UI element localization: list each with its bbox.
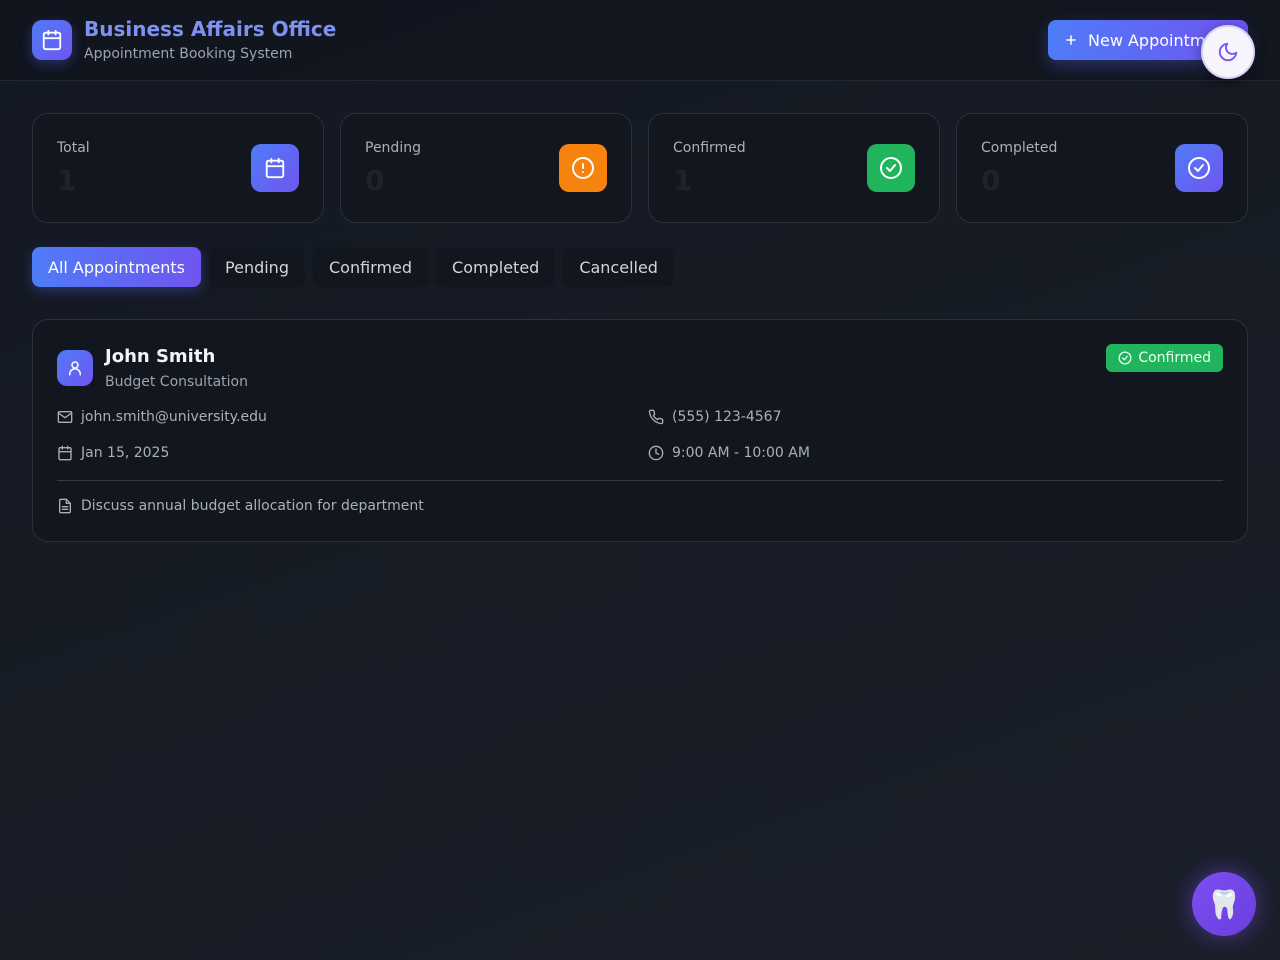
status-label: Confirmed (1138, 350, 1211, 366)
tab-pending[interactable]: Pending (209, 247, 305, 287)
moon-icon (1217, 41, 1239, 63)
stat-value: 1 (673, 164, 693, 197)
app-header: Business Affairs Office Appointment Book… (0, 0, 1280, 81)
notes-info: Discuss annual budget allocation for dep… (57, 498, 424, 514)
clock-icon (648, 445, 664, 461)
check-circle-icon (867, 144, 915, 192)
stat-label: Completed (981, 140, 1058, 156)
user-icon (57, 350, 93, 386)
email-text: john.smith@university.edu (81, 409, 267, 425)
stat-card-total: Total 1 (32, 113, 324, 223)
app-subtitle: Appointment Booking System (84, 46, 293, 62)
phone-icon (648, 409, 664, 425)
stat-label: Total (57, 140, 90, 156)
stat-label: Pending (365, 140, 421, 156)
plus-icon (1064, 33, 1078, 47)
stat-value: 1 (57, 164, 77, 197)
stat-card-confirmed: Confirmed 1 (648, 113, 940, 223)
appointment-card[interactable]: John Smith Budget Consultation Confirmed… (32, 319, 1248, 542)
time-info: 9:00 AM - 10:00 AM (648, 445, 810, 461)
time-text: 9:00 AM - 10:00 AM (672, 445, 810, 461)
theme-toggle-button[interactable] (1201, 25, 1255, 79)
date-text: Jan 15, 2025 (81, 445, 170, 461)
check-circle-icon (1175, 144, 1223, 192)
tooth-fab-button[interactable]: 🦷 (1192, 872, 1256, 936)
client-name: John Smith (105, 346, 216, 367)
email-info: john.smith@university.edu (57, 409, 267, 425)
tab-cancelled[interactable]: Cancelled (563, 247, 674, 287)
phone-text: (555) 123-4567 (672, 409, 782, 425)
divider (57, 480, 1223, 481)
notes-text: Discuss annual budget allocation for dep… (81, 498, 424, 514)
stat-value: 0 (365, 164, 385, 197)
service-type: Budget Consultation (105, 374, 248, 390)
status-badge: Confirmed (1106, 344, 1223, 372)
tab-confirmed[interactable]: Confirmed (312, 247, 429, 287)
phone-info: (555) 123-4567 (648, 409, 782, 425)
filter-tabs: All Appointments Pending Confirmed Compl… (32, 247, 674, 287)
date-info: Jan 15, 2025 (57, 445, 169, 461)
tooth-icon: 🦷 (1206, 887, 1242, 921)
file-text-icon (57, 498, 73, 514)
stat-label: Confirmed (673, 140, 746, 156)
calendar-icon (251, 144, 299, 192)
alert-circle-icon (559, 144, 607, 192)
tab-all-appointments[interactable]: All Appointments (32, 247, 202, 287)
tab-completed[interactable]: Completed (436, 247, 556, 287)
app-title: Business Affairs Office (84, 17, 337, 41)
calendar-icon (57, 445, 73, 461)
stat-card-pending: Pending 0 (340, 113, 632, 223)
stat-card-completed: Completed 0 (956, 113, 1248, 223)
mail-icon (57, 409, 73, 425)
stat-value: 0 (981, 164, 1001, 197)
calendar-icon (32, 20, 72, 60)
check-circle-icon (1118, 351, 1132, 365)
